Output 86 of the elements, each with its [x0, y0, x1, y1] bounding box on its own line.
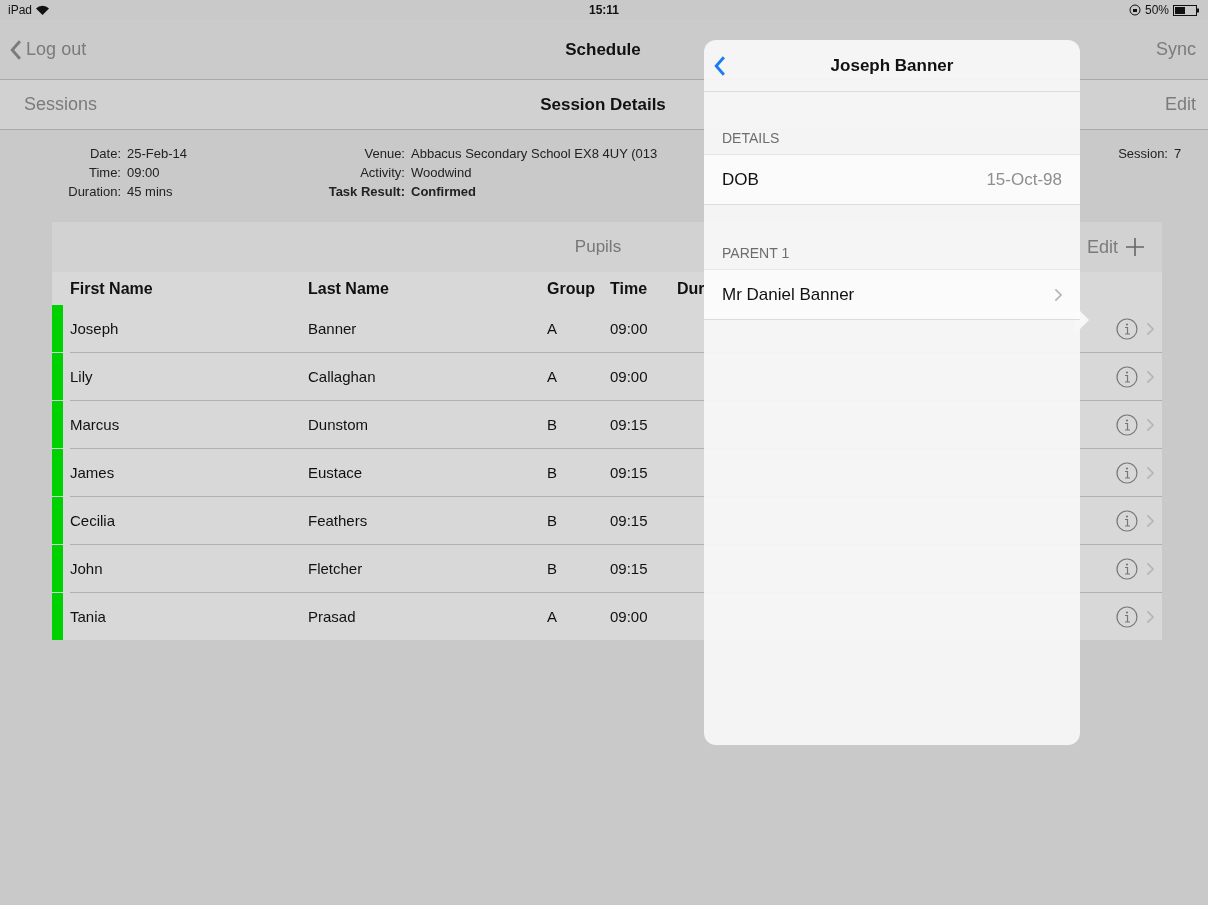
rotation-lock-icon — [1128, 4, 1141, 16]
add-icon[interactable] — [1126, 238, 1144, 256]
table-cell-text: B — [547, 560, 558, 577]
table-cell-text: Prasad — [308, 608, 357, 625]
pupils-title: Pupils — [574, 237, 622, 257]
sync-button[interactable]: Sync — [1155, 39, 1196, 60]
section-header: PARENT 1 — [721, 244, 791, 263]
table-cell-text: Eustace — [308, 464, 364, 481]
table-cell-text: Feathers — [308, 512, 369, 529]
table-cell-text: John — [70, 560, 104, 577]
chevron-icon — [1145, 369, 1154, 384]
info-label: Venue: — [364, 146, 405, 161]
column-header: Time — [610, 279, 648, 298]
battery-percent: 50% — [1144, 3, 1169, 17]
info-value: 25-Feb-14 — [127, 146, 187, 161]
info-value: Woodwind — [411, 165, 472, 180]
info-icon[interactable] — [1115, 605, 1138, 628]
row-value: 15-Oct-98 — [986, 169, 1062, 190]
table-cell-text: Callaghan — [308, 368, 377, 385]
table-cell-text: Cecilia — [70, 512, 116, 529]
info-icon[interactable] — [1115, 461, 1138, 484]
chevron-icon — [1145, 465, 1154, 480]
chevron-icon — [1145, 321, 1154, 336]
table-cell-text: A — [547, 368, 558, 385]
table-cell-text: Banner — [308, 320, 358, 337]
info-icon[interactable] — [1115, 557, 1138, 580]
info-label: Duration: — [68, 184, 121, 199]
table-cell-text: 09:00 — [610, 608, 649, 625]
table-cell-text: James — [70, 464, 116, 481]
row-label: DOB — [722, 169, 759, 190]
nav-title: Schedule — [565, 39, 641, 60]
table-cell-text: 09:15 — [610, 416, 649, 433]
chevron-icon — [1145, 561, 1154, 576]
table-cell-text: 09:15 — [610, 512, 649, 529]
info-icon[interactable] — [1115, 509, 1138, 532]
info-value: Confirmed — [411, 184, 476, 199]
column-header: Last Name — [308, 279, 389, 298]
popover-title: Joseph Banner — [830, 55, 954, 76]
chevron-icon — [1145, 609, 1154, 624]
table-cell-text: Marcus — [70, 416, 121, 433]
table-cell-text: Dunstom — [308, 416, 370, 433]
table-cell-text: 09:00 — [610, 368, 649, 385]
wifi-icon — [36, 5, 50, 15]
table-cell-text: A — [547, 320, 558, 337]
chevron-icon — [1145, 513, 1154, 528]
info-label: Date: — [89, 146, 121, 161]
battery-icon — [1173, 4, 1200, 16]
device-name: iPad — [8, 3, 33, 17]
info-value: 45 mins — [127, 184, 173, 199]
column-header: Group — [547, 279, 595, 298]
column-header: Dur — [677, 279, 705, 298]
info-icon[interactable] — [1115, 317, 1138, 340]
table-cell-text: B — [547, 416, 558, 433]
info-value: Abbacus Secondary School EX8 4UY (013 — [411, 146, 658, 161]
table-cell-text: Lily — [70, 368, 94, 385]
table-cell-text: Joseph — [70, 320, 120, 337]
disclosure-chevron-icon — [1053, 287, 1062, 302]
table-cell-text: 09:15 — [610, 464, 649, 481]
pupils-edit-button[interactable]: Edit — [1086, 236, 1118, 258]
info-icon[interactable] — [1115, 365, 1138, 388]
list-row[interactable]: Mr Daniel Banner — [704, 269, 1080, 320]
info-label: Session: — [1118, 146, 1168, 161]
edit-button[interactable]: Edit — [1164, 94, 1196, 115]
table-cell-text: B — [547, 464, 558, 481]
back-chevron-icon — [714, 54, 727, 77]
table-cell-text: Fletcher — [308, 560, 364, 577]
table-cell-text: B — [547, 512, 558, 529]
column-header: First Name — [70, 279, 153, 298]
info-label: Activity: — [360, 165, 405, 180]
page-title: Session Details — [540, 94, 666, 115]
section-header: DETAILS — [721, 129, 781, 148]
info-value: 7 — [1174, 146, 1182, 161]
table-cell-text: 09:00 — [610, 320, 649, 337]
info-label: Task Result: — [328, 184, 405, 199]
table-cell-text: 09:15 — [610, 560, 649, 577]
info-value: 09:00 — [127, 165, 160, 180]
chevron-icon — [1145, 417, 1154, 432]
log-out-button[interactable]: Log out — [10, 38, 87, 61]
back-chevron-icon — [10, 38, 23, 61]
clock-time: 15:11 — [589, 3, 619, 17]
table-cell-text: A — [547, 608, 558, 625]
table-cell-text: Tania — [70, 608, 107, 625]
info-label: Time: — [88, 165, 121, 180]
sessions-button[interactable]: Sessions — [10, 94, 98, 115]
info-icon[interactable] — [1115, 413, 1138, 436]
row-label: Mr Daniel Banner — [722, 284, 855, 305]
